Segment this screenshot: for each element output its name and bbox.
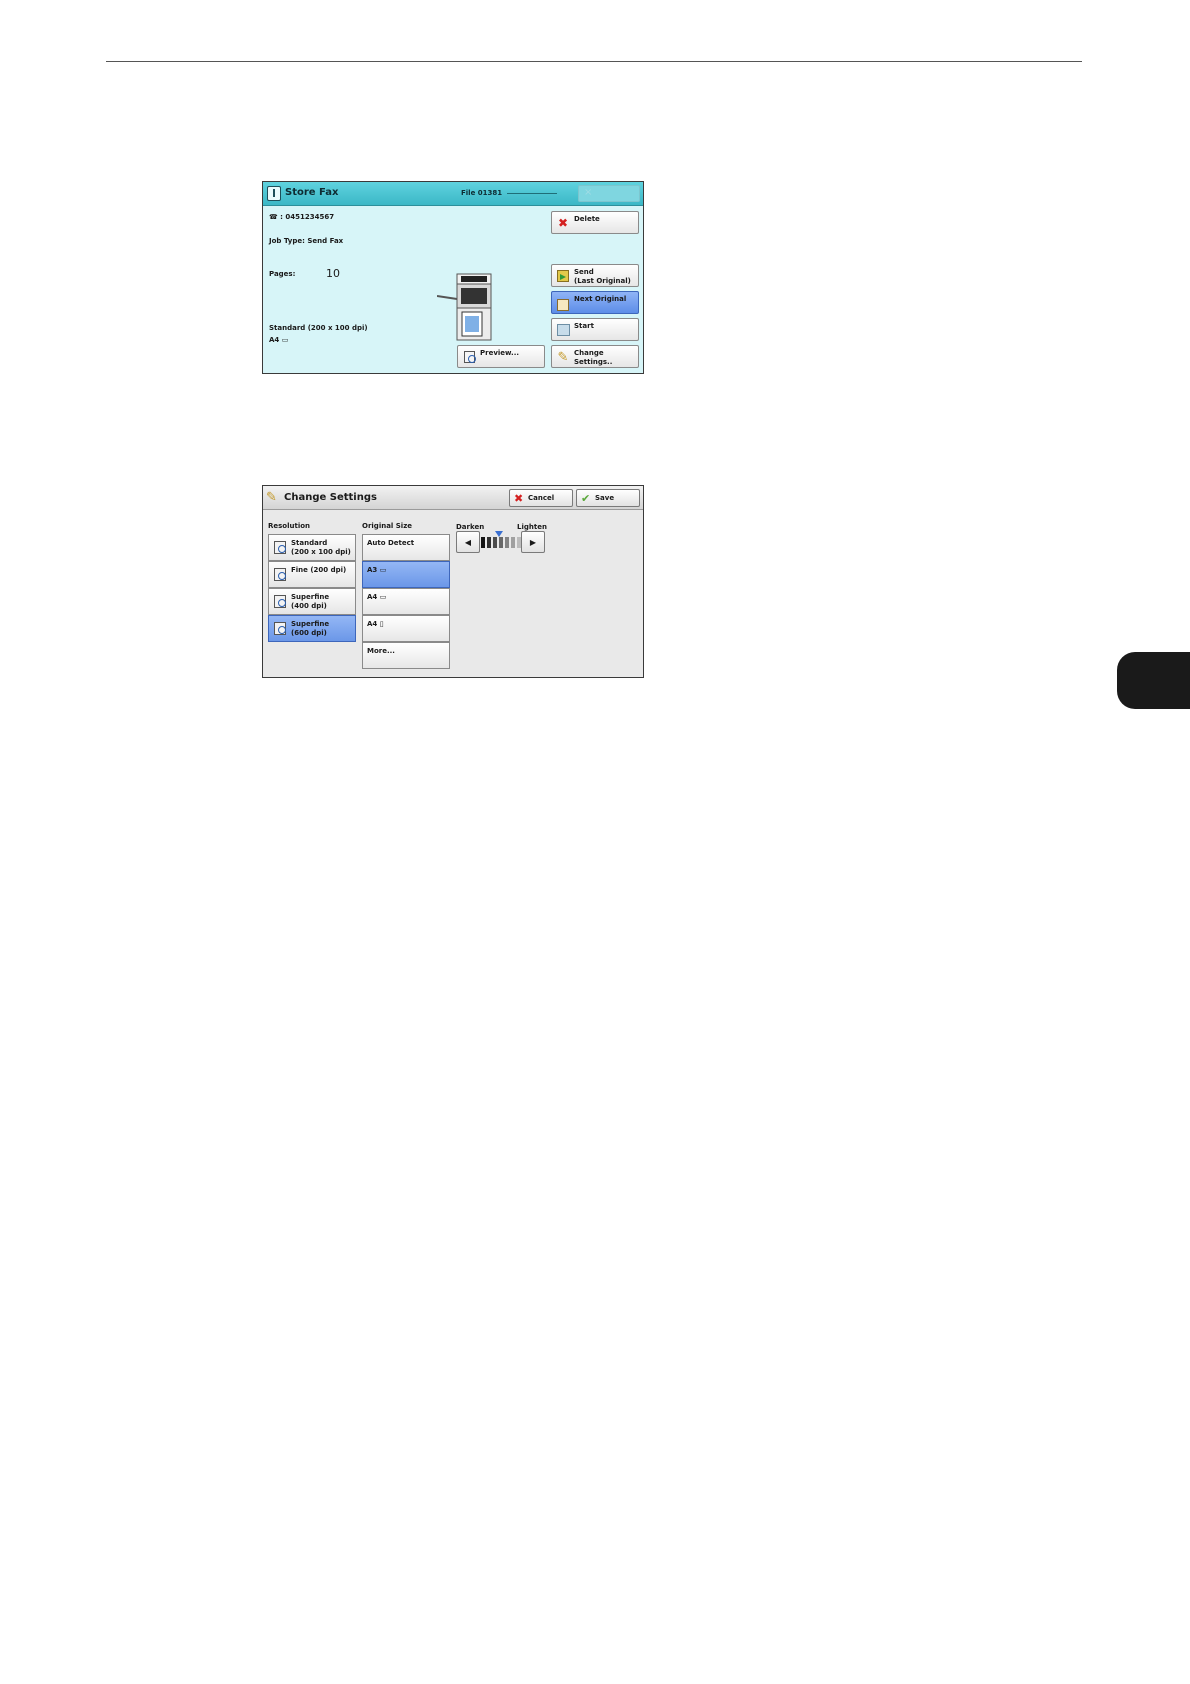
magnifier-icon — [273, 621, 287, 636]
resolution-standard-label: Standard (200 x 100 dpi) — [291, 539, 351, 556]
size-a3-button[interactable]: A3 ▭ — [362, 561, 450, 588]
tools-icon: ✎ — [266, 490, 277, 505]
send-label: Send (Last Original) — [574, 268, 631, 285]
magnifier-icon — [273, 567, 287, 582]
resolution-value: Standard (200 x 100 dpi) — [269, 324, 368, 332]
resolution-standard-button[interactable]: Standard (200 x 100 dpi) — [268, 534, 356, 561]
density-segment — [511, 537, 515, 548]
resolution-superfine-600-button[interactable]: Superfine (600 dpi) — [268, 615, 356, 642]
density-segment — [493, 537, 497, 548]
left-arrow-icon: ◀ — [464, 537, 472, 547]
resolution-fine-button[interactable]: Fine (200 dpi) — [268, 561, 356, 588]
store-fax-title: Store Fax — [285, 187, 339, 198]
save-button[interactable]: ✔ Save — [576, 489, 640, 507]
magnifier-icon — [273, 540, 287, 555]
magnifier-icon — [273, 594, 287, 609]
header-rule — [106, 61, 1082, 62]
paper-size: A4 ▭ — [269, 336, 289, 344]
chapter-tab — [1117, 652, 1190, 709]
close-button[interactable] — [578, 185, 640, 202]
density-segment — [505, 537, 509, 548]
machine-illustration — [437, 273, 492, 341]
density-segment — [499, 537, 503, 548]
file-number: File 01381 — [461, 189, 503, 197]
pages-label: Pages: — [269, 270, 296, 278]
fax-number: ☎ : 0451234567 — [269, 213, 335, 221]
start-icon — [556, 323, 570, 337]
original-size-heading: Original Size — [362, 522, 413, 530]
next-original-button[interactable]: Next Original — [551, 291, 639, 314]
fax-icon — [267, 186, 281, 201]
send-last-original-button[interactable]: Send (Last Original) — [551, 264, 639, 287]
delete-button[interactable]: ✖ Delete — [551, 211, 639, 234]
change-settings-title: Change Settings — [284, 492, 377, 503]
resolution-fine-label: Fine (200 dpi) — [291, 566, 347, 574]
size-a3-label: A3 ▭ — [367, 566, 387, 574]
send-icon — [556, 269, 570, 283]
change-settings-screen: ✎ Change Settings ✖ Cancel ✔ Save Resolu… — [262, 485, 644, 678]
density-scale — [481, 537, 521, 548]
darken-button[interactable]: ◀ — [456, 531, 480, 553]
cancel-icon: ✖ — [514, 492, 524, 505]
size-a4-landscape-label: A4 ▭ — [367, 593, 387, 601]
size-auto-detect-label: Auto Detect — [367, 539, 415, 547]
density-segment — [481, 537, 485, 548]
size-a4-landscape-button[interactable]: A4 ▭ — [362, 588, 450, 615]
darken-label: Darken — [456, 523, 485, 531]
resolution-heading: Resolution — [268, 522, 311, 530]
delete-icon: ✖ — [557, 216, 569, 230]
resolution-superfine-600-label: Superfine (600 dpi) — [291, 620, 330, 637]
change-settings-label: Change Settings.. — [574, 349, 613, 366]
resolution-superfine-400-button[interactable]: Superfine (400 dpi) — [268, 588, 356, 615]
next-original-icon — [556, 298, 570, 312]
right-arrow-icon: ▶ — [529, 537, 537, 547]
preview-label: Preview... — [480, 349, 520, 357]
cancel-label: Cancel — [528, 494, 555, 502]
density-segment — [487, 537, 491, 548]
size-more-button[interactable]: More... — [362, 642, 450, 669]
delete-label: Delete — [574, 215, 600, 223]
start-button[interactable]: Start — [551, 318, 639, 341]
preview-icon — [462, 350, 476, 364]
store-fax-title-bar: Store Fax File 01381 — [263, 182, 643, 206]
job-type: Job Type: Send Fax — [269, 237, 344, 245]
preview-button[interactable]: Preview... — [457, 345, 545, 368]
size-a4-portrait-label: A4 ▯ — [367, 620, 384, 628]
size-auto-detect-button[interactable]: Auto Detect — [362, 534, 450, 561]
cancel-button[interactable]: ✖ Cancel — [509, 489, 573, 507]
density-marker — [495, 531, 503, 537]
pages-value: 10 — [326, 267, 340, 280]
lighten-label: Lighten — [517, 523, 547, 531]
resolution-superfine-400-label: Superfine (400 dpi) — [291, 593, 330, 610]
start-label: Start — [574, 322, 594, 330]
save-label: Save — [595, 494, 615, 502]
change-settings-title-bar: ✎ Change Settings ✖ Cancel ✔ Save — [263, 486, 643, 510]
change-settings-button[interactable]: ✎ Change Settings.. — [551, 345, 639, 368]
title-divider — [507, 193, 557, 194]
lighten-button[interactable]: ▶ — [521, 531, 545, 553]
size-more-label: More... — [367, 647, 395, 655]
store-fax-screen: Store Fax File 01381 ☎ : 0451234567 Job … — [262, 181, 644, 374]
next-original-label: Next Original — [574, 295, 627, 303]
save-icon: ✔ — [581, 492, 591, 505]
tools-icon: ✎ — [557, 349, 569, 365]
size-a4-portrait-button[interactable]: A4 ▯ — [362, 615, 450, 642]
